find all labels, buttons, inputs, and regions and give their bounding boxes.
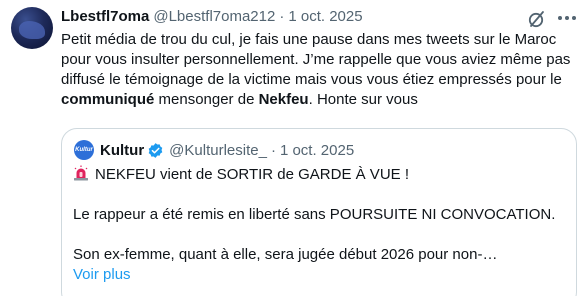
more-dot	[558, 16, 562, 20]
separator-dot: ·	[270, 141, 276, 159]
grok-icon[interactable]	[527, 9, 547, 29]
more-dot	[572, 16, 576, 20]
author-name[interactable]: Lbestfl7oma	[61, 8, 149, 25]
quote-line-1-text: NEKFEU vient de SORTIR de GARDE À VUE !	[95, 166, 409, 183]
tweet-date[interactable]: 1 oct. 2025	[288, 8, 362, 25]
tweet-text-part: Petit média de trou du cul, je fais une …	[61, 31, 571, 88]
author-handle[interactable]: @Lbestfl7oma212	[153, 8, 275, 25]
tweet-text: Petit média de trou du cul, je fais une …	[61, 30, 571, 110]
quote-avatar-text: Kultur	[75, 147, 93, 153]
more-dot	[565, 16, 569, 20]
verified-icon	[148, 142, 163, 158]
quote-date: 1 oct. 2025	[279, 141, 355, 159]
author-avatar[interactable]	[11, 7, 53, 49]
show-more-link[interactable]: Voir plus	[73, 265, 131, 285]
tweet-text-bold: communiqué	[61, 91, 155, 108]
tweet-text-part: mensonger de	[154, 91, 259, 108]
tweet-text-part: . Honte sur vous	[308, 91, 418, 108]
quote-line-3: Son ex-femme, quant à elle, sera jugée d…	[73, 246, 498, 263]
tweet-header: Lbestfl7oma @Lbestfl7oma212 · 1 oct. 202…	[61, 8, 363, 28]
quoted-tweet[interactable]: Kultur Kultur @Kulturlesite_ · 1 oct. 20…	[61, 128, 577, 296]
quote-author-name: Kultur	[100, 141, 145, 159]
more-icon[interactable]	[558, 16, 576, 22]
quote-line-1: NEKFEU vient de SORTIR de GARDE À VUE !	[73, 165, 409, 185]
tweet-text-bold: Nekfeu	[258, 91, 309, 108]
quote-line-2: Le rappeur a été remis en liberté sans P…	[73, 206, 556, 223]
quote-avatar: Kultur	[74, 140, 94, 160]
quote-author-handle: @Kulturlesite_	[169, 141, 267, 159]
siren-icon	[74, 165, 88, 181]
separator-dot: ·	[279, 8, 285, 25]
quote-header: Kultur Kultur @Kulturlesite_ · 1 oct. 20…	[74, 140, 354, 160]
